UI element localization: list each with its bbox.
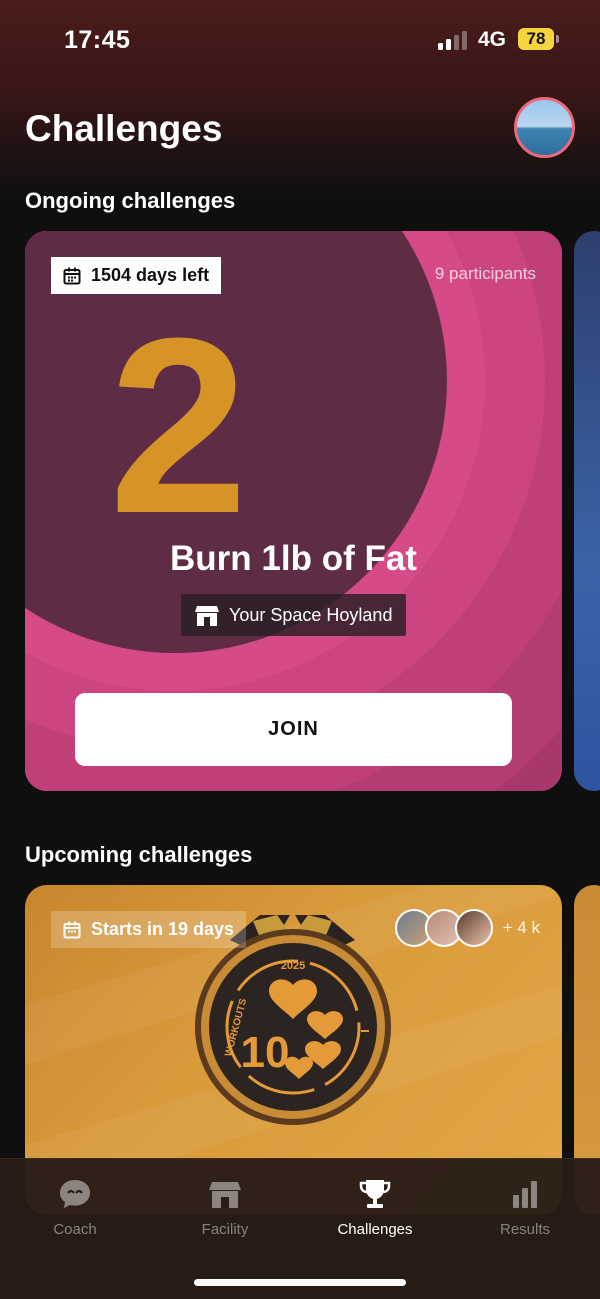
venue-badge: Your Space Hoyland bbox=[181, 594, 407, 636]
venue-name: Your Space Hoyland bbox=[229, 604, 393, 625]
participants-count: 9 participants bbox=[434, 264, 536, 283]
cellular-signal-icon bbox=[438, 30, 470, 50]
calendar-icon bbox=[63, 267, 81, 284]
tab-label: Challenges bbox=[337, 1221, 413, 1238]
bar-chart-icon bbox=[513, 1181, 537, 1208]
battery-icon: 78 bbox=[518, 28, 554, 50]
trophy-icon bbox=[359, 1180, 391, 1208]
challenge-number: 2 bbox=[109, 286, 249, 565]
medal-year: 2025 bbox=[281, 960, 305, 972]
ongoing-section-title: Ongoing challenges bbox=[25, 188, 236, 213]
storefront-icon bbox=[209, 1182, 241, 1208]
challenge-title: Burn 1lb of Fat bbox=[170, 539, 417, 578]
tab-facility[interactable]: Facility bbox=[150, 1177, 300, 1238]
storefront-icon bbox=[195, 606, 219, 626]
join-button[interactable]: JOIN bbox=[75, 693, 512, 766]
tab-label: Facility bbox=[201, 1221, 249, 1238]
battery-tip bbox=[556, 35, 559, 43]
chat-bubble-icon bbox=[60, 1180, 90, 1208]
ongoing-challenge-card[interactable]: 1504 days left 9 participants 2 Burn 1lb… bbox=[25, 231, 562, 791]
page-title: Challenges bbox=[25, 108, 223, 149]
status-bar: 17:45 4G 78 bbox=[0, 0, 600, 80]
home-indicator[interactable] bbox=[194, 1279, 406, 1286]
medal-number: 10 bbox=[241, 1028, 290, 1077]
calendar-icon bbox=[63, 921, 81, 938]
starts-in-text: Starts in 19 days bbox=[91, 919, 235, 939]
status-time: 17:45 bbox=[64, 26, 131, 54]
days-left-text: 1504 days left bbox=[91, 265, 210, 285]
tab-label: Results bbox=[499, 1221, 551, 1238]
more-participants-count: + 4 k bbox=[502, 918, 540, 937]
profile-avatar[interactable] bbox=[514, 97, 575, 158]
upcoming-section-title: Upcoming challenges bbox=[25, 842, 253, 867]
network-type: 4G bbox=[478, 28, 507, 51]
tab-results[interactable]: Results bbox=[450, 1177, 600, 1238]
starts-in-badge: Starts in 19 days bbox=[51, 911, 247, 948]
next-ongoing-card-peek[interactable] bbox=[574, 231, 600, 791]
participant-avatars: + 4 k bbox=[394, 909, 540, 947]
participant-avatar bbox=[454, 909, 493, 947]
tab-challenges[interactable]: Challenges bbox=[300, 1177, 450, 1238]
bottom-tab-bar: Coach Facility Challenges Results bbox=[0, 1158, 600, 1299]
tab-coach[interactable]: Coach bbox=[0, 1177, 150, 1238]
tab-label: Coach bbox=[53, 1221, 97, 1238]
